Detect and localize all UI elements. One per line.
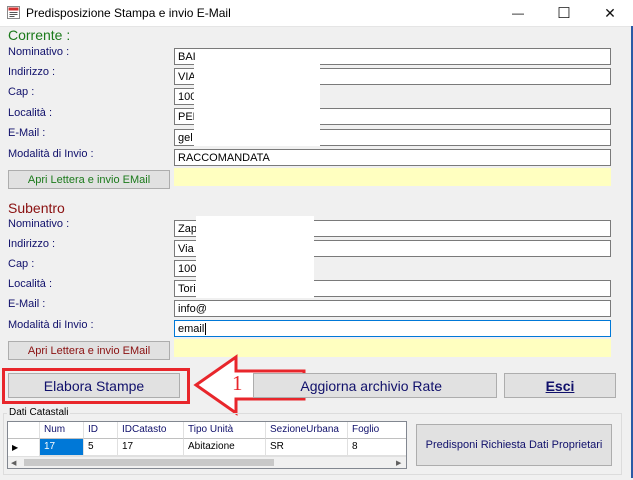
close-icon: ✕ [604,4,616,21]
corrente-modalita-label: Modalità di Invio : [8,148,94,160]
grid-cell-tipo-unita[interactable]: Abitazione [184,439,266,456]
grid-header-idcatasto[interactable]: IDCatasto [118,422,184,439]
predisponi-richiesta-button[interactable]: Predisponi Richiesta Dati Proprietari [416,424,612,466]
grid-header-num[interactable]: Num [40,422,84,439]
subentro-indirizzo-label: Indirizzo : [8,238,56,250]
app-icon [7,6,20,19]
row-selector-icon[interactable]: ▶ [8,439,40,456]
redaction-mask [194,64,320,146]
aggiorna-archivio-rate-button[interactable]: Aggiorna archivio Rate [253,373,497,398]
callout-highlight-box [2,368,190,404]
window-title: Predisposizione Stampa e invio E-Mail [26,6,231,20]
subentro-localita-label: Località : [8,278,53,290]
corrente-info-panel [174,168,611,186]
scroll-right-icon[interactable]: ▶ [396,459,401,467]
maximize-icon: ☐ [557,5,571,22]
minimize-button[interactable]: — [495,0,541,26]
aggiorna-archivio-rate-label: Aggiorna archivio Rate [300,377,442,394]
corrente-indirizzo-label: Indirizzo : [8,66,56,78]
catastali-grid[interactable]: ▶ Num ID IDCatasto Tipo Unità SezioneUrb… [7,421,407,469]
grid-cell-num[interactable]: 17 [40,439,84,456]
subentro-cap-label: Cap : [8,258,35,270]
grid-corner [8,422,40,439]
subentro-modalita-label: Modalità di Invio : [8,319,94,331]
subentro-modalita-field[interactable]: email [174,320,611,337]
subentro-nominativo-label: Nominativo : [8,218,70,230]
esci-button[interactable]: Esci [504,373,616,398]
subentro-modalita-value: email [178,323,205,335]
subentro-group-title: Subentro [8,200,65,216]
title-bar[interactable]: Predisposizione Stampa e invio E-Mail — … [0,0,633,27]
maximize-button[interactable]: ☐ [541,0,587,26]
corrente-localita-label: Località : [8,107,53,119]
grid-cell-idcatasto[interactable]: 17 [118,439,184,456]
grid-cell-sezione-urbana[interactable]: SR [266,439,348,456]
grid-header-tipo-unita[interactable]: Tipo Unità [184,422,266,439]
corrente-apri-lettera-button[interactable]: Apri Lettera e invio EMail [8,170,170,189]
grid-cell-id[interactable]: 5 [84,439,118,456]
callout-number: 1 [232,371,243,395]
corrente-nominativo-field[interactable]: BAI [174,48,611,65]
grid-horizontal-scrollbar[interactable]: ◀ ▶ [8,456,406,468]
text-caret [205,323,207,336]
scrollbar-thumb[interactable] [24,459,274,466]
grid-header-sezione-urbana[interactable]: SezioneUrbana [266,422,348,439]
subentro-email-label: E-Mail : [8,298,46,310]
grid-header-id[interactable]: ID [84,422,118,439]
subentro-apri-lettera-button[interactable]: Apri Lettera e invio EMail [8,341,170,360]
corrente-modalita-field[interactable]: RACCOMANDATA [174,149,611,166]
catastali-group-title: Dati Catastali [7,407,71,418]
corrente-email-label: E-Mail : [8,127,46,139]
scroll-left-icon[interactable]: ◀ [11,459,16,467]
subentro-email-field[interactable]: info@ [174,300,611,317]
grid-header-foglio[interactable]: Foglio [348,422,406,439]
close-button[interactable]: ✕ [587,0,633,26]
corrente-group-title: Corrente : [8,27,71,43]
minimize-icon: — [512,6,524,20]
corrente-cap-label: Cap : [8,86,35,98]
grid-cell-foglio[interactable]: 8 [348,439,406,456]
corrente-nominativo-label: Nominativo : [8,46,70,58]
redaction-mask [196,216,314,298]
